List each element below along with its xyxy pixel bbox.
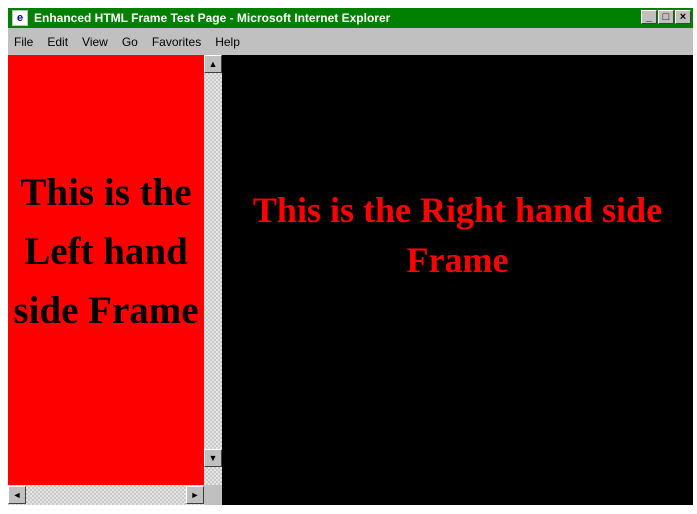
minimize-button[interactable]: _ — [641, 10, 657, 24]
scroll-right-button[interactable]: ► — [186, 486, 204, 504]
menu-go[interactable]: Go — [122, 35, 138, 49]
close-button[interactable]: × — [675, 10, 691, 24]
right-frame-text: This is the Right hand side Frame — [252, 190, 663, 280]
right-frame: This is the Right hand side Frame — [222, 55, 693, 505]
frameset: This is the Left hand side Frame ▲ ▼ ◄ ►… — [8, 55, 693, 505]
menu-favorites[interactable]: Favorites — [152, 35, 201, 49]
browser-window: e Enhanced HTML Frame Test Page - Micros… — [0, 0, 697, 514]
maximize-button[interactable]: □ — [658, 10, 674, 24]
scroll-up-button[interactable]: ▲ — [204, 55, 222, 73]
left-frame-horizontal-scrollbar[interactable]: ◄ ► — [8, 485, 222, 505]
menu-file[interactable]: File — [14, 35, 33, 49]
menu-view[interactable]: View — [82, 35, 108, 49]
left-frame: This is the Left hand side Frame — [8, 55, 204, 485]
scrollbar-corner — [204, 485, 222, 505]
title-bar[interactable]: e Enhanced HTML Frame Test Page - Micros… — [8, 8, 693, 28]
menu-help[interactable]: Help — [215, 35, 240, 49]
scroll-down-button[interactable]: ▼ — [204, 449, 222, 467]
window-title: Enhanced HTML Frame Test Page - Microsof… — [34, 11, 391, 25]
menu-bar: File Edit View Go Favorites Help — [8, 28, 693, 55]
left-frame-text: This is the Left hand side Frame — [13, 171, 199, 332]
ie-icon[interactable]: e — [12, 10, 28, 26]
menu-edit[interactable]: Edit — [47, 35, 68, 49]
scroll-left-button[interactable]: ◄ — [8, 486, 26, 504]
left-frame-vertical-scrollbar[interactable]: ▲ ▼ — [204, 55, 222, 485]
window-controls: _ □ × — [641, 10, 691, 24]
